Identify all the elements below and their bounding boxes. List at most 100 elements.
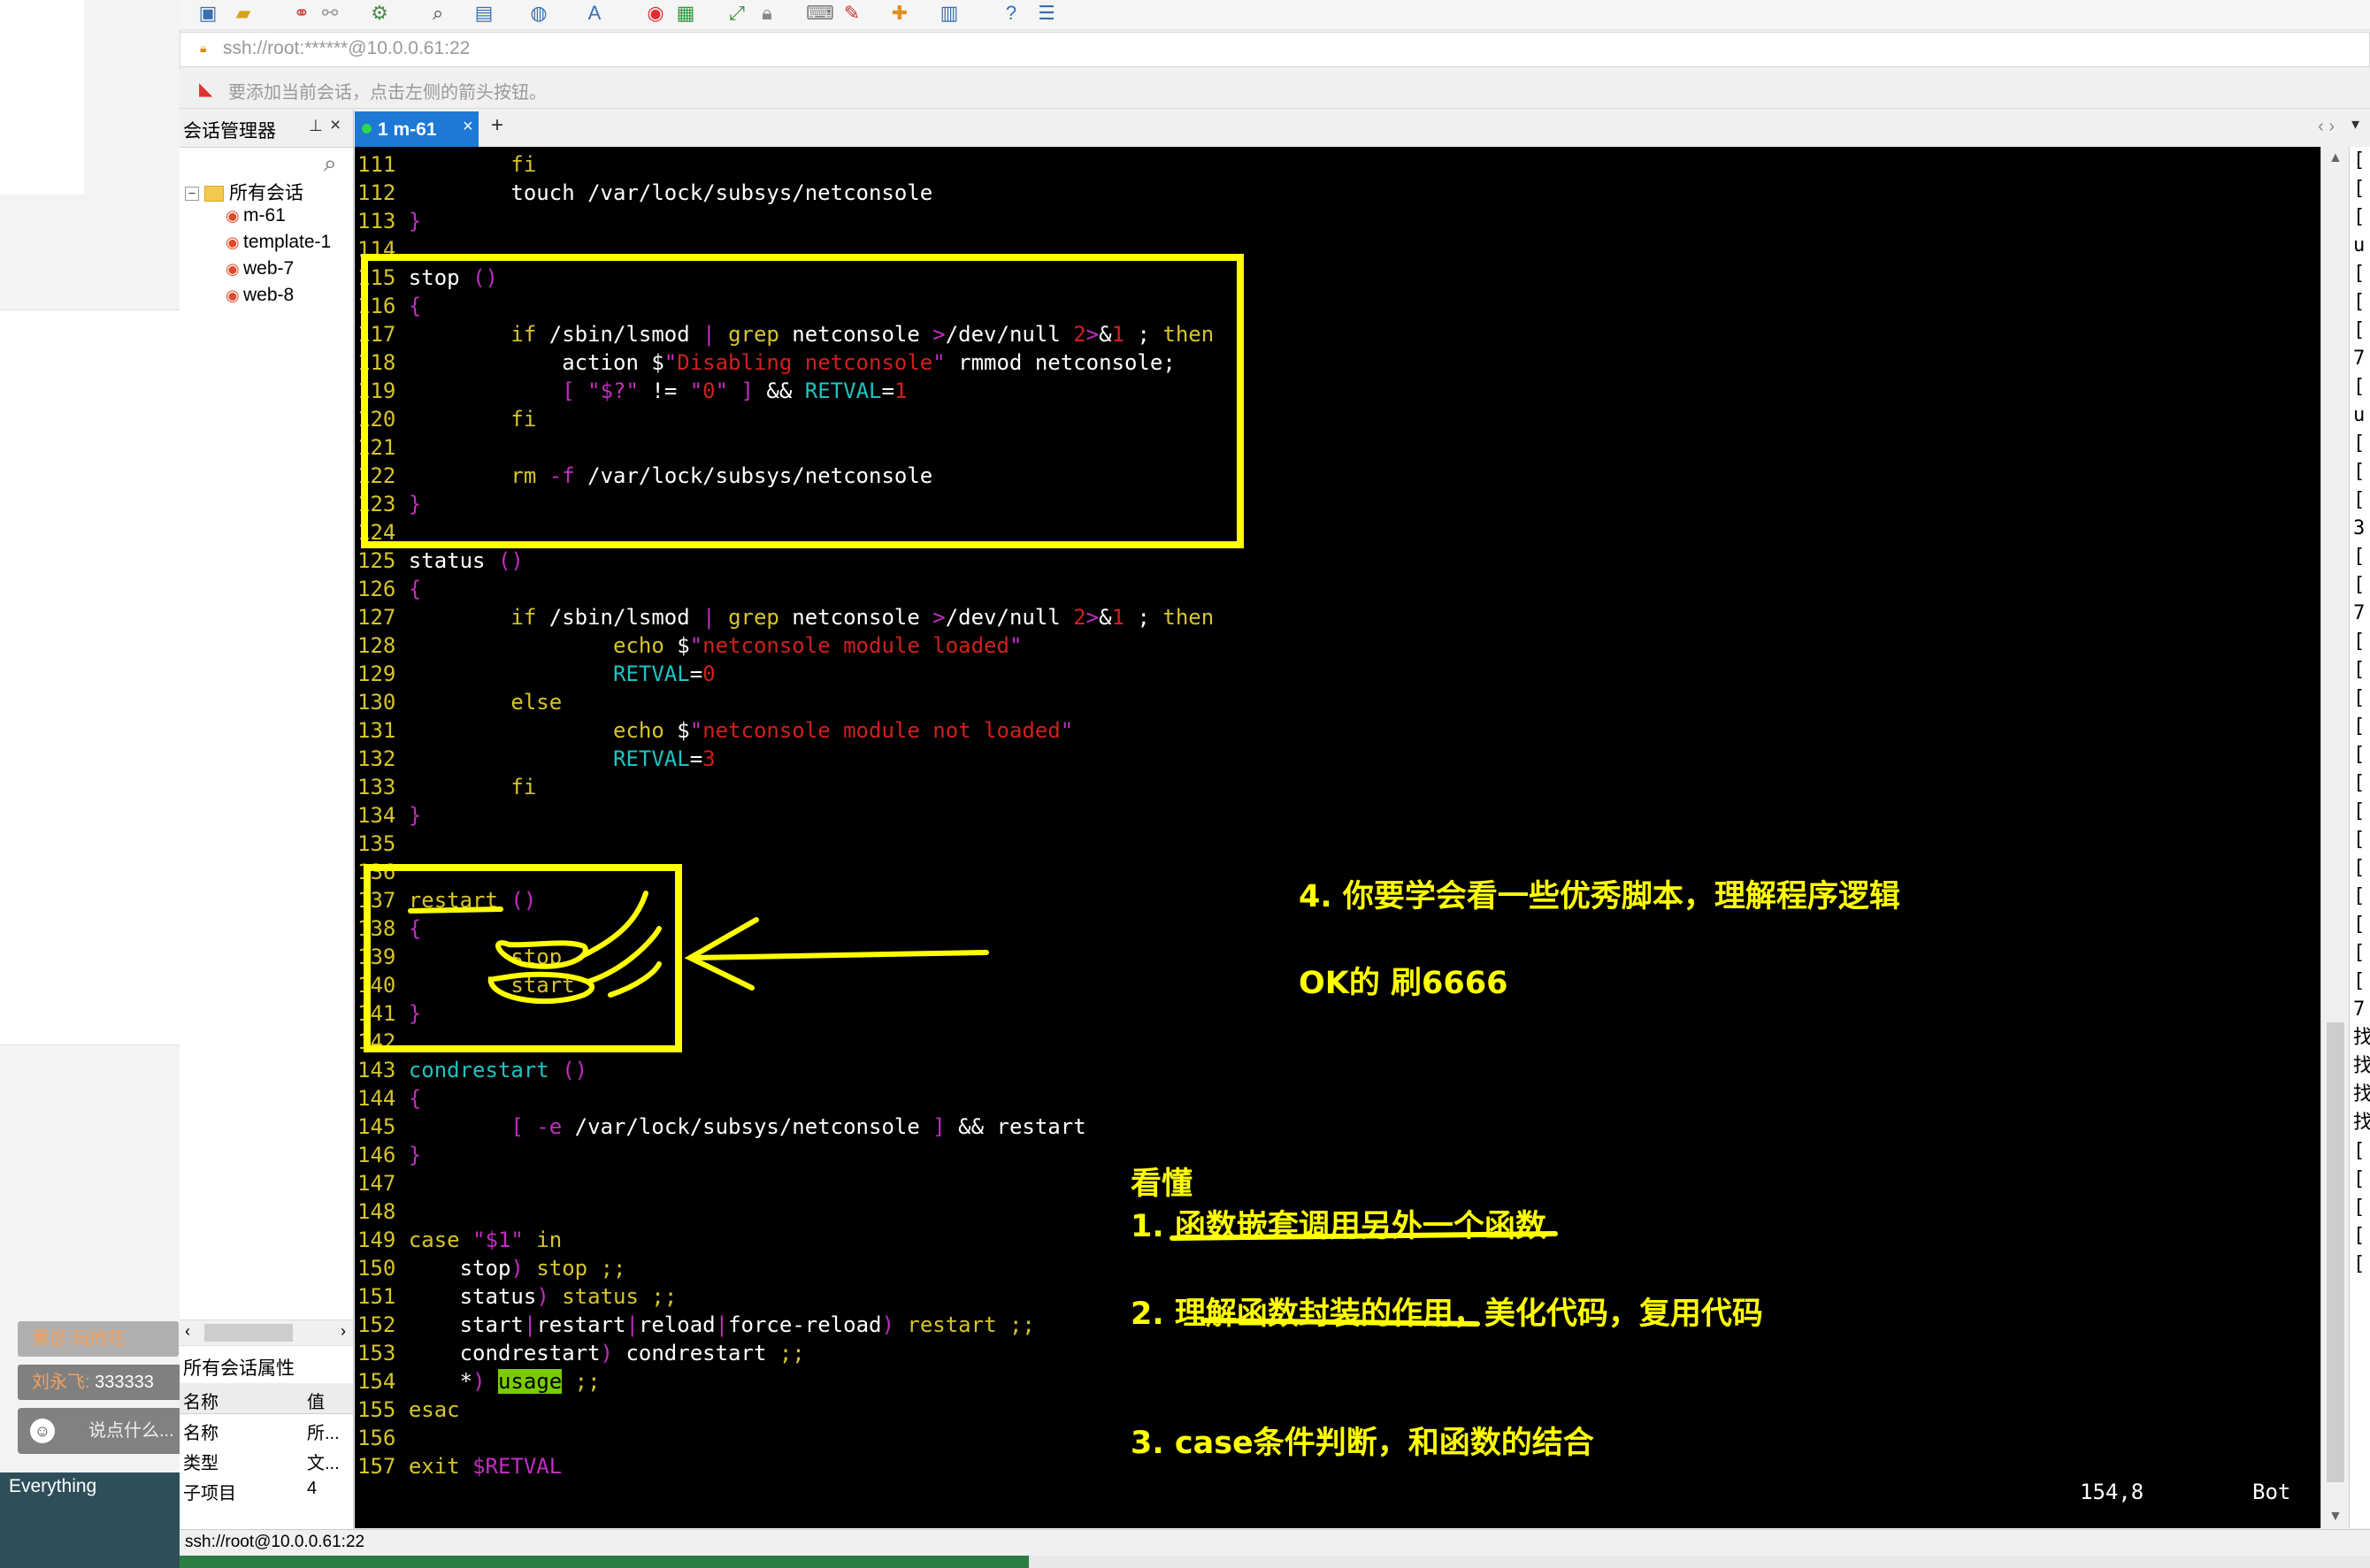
property-key: 名称 [183,1424,219,1443]
background-app-area-lower [0,310,180,1045]
chat-message: 刘永飞: 333333 [18,1365,196,1400]
properties-title: 所有会话属性 [180,1350,353,1379]
session-label: m-61 [243,205,286,226]
unlink-icon[interactable]: ⚯ [318,2,342,25]
tab-menu-icon[interactable]: ▾ [2351,115,2359,134]
chat-sender: 刘永飞: [32,1373,90,1392]
annotation-note-understand: 看懂 [1131,1166,1193,1202]
tab-m-61[interactable]: 1 m-61 × [355,111,479,147]
hint-bar: ◣ 要添加当前会话，点击左侧的箭头按钮。 [180,69,2370,109]
horizontal-scrollbar[interactable]: ‹ › [180,1319,353,1346]
highlight-box-restart [364,864,682,1052]
annotation-note-4: 4. 你要学会看一些优秀脚本，理解程序逻辑 [1299,879,1900,914]
properties-header-row: 名称 值 [180,1383,353,1414]
adjacent-window-edge: [ [ [ u [ [ [ 7 [ u [ [ [ 3 [ [ 7 [ [ [ … [2349,147,2370,1528]
session-manager-header: 会话管理器 ⊥ × [180,110,353,148]
background-app-panel: 黄彦:玩的花 刘永飞: 333333 ☺ 说点什么... Everything [0,0,234,1568]
session-label: web-8 [243,285,295,305]
cursor-position: 154,8 [2080,1480,2144,1504]
tree-item-session[interactable]: ◉ web-7 [226,258,294,279]
status-bar: ssh://root@10.0.0.61:22 [180,1529,2370,1557]
property-value: 所... [307,1424,340,1443]
property-key: 子项目 [183,1484,236,1503]
tab-scroll-arrows-icon[interactable]: ‹ › [2318,117,2335,137]
chat-icon[interactable]: ☰ [1034,2,1059,25]
table-row: 名称 所... [180,1414,353,1444]
session-search-row: ⌕ [180,148,353,180]
tree-item-session[interactable]: ◉ template-1 [226,232,331,253]
hint-text: 要添加当前会话，点击左侧的箭头按钮。 [228,83,547,103]
font-icon[interactable]: A [582,2,607,25]
tree-item-session[interactable]: ◉ m-61 [226,205,286,226]
layout-icon[interactable]: ▤ [472,2,496,25]
scrollbar-thumb[interactable] [2327,1022,2344,1482]
close-tab-icon[interactable]: × [463,117,473,137]
annotation-note-2: 2. 理解函数封装的作用，美化代码，复用代码 [1131,1296,1763,1332]
taskbar-app[interactable] [180,1556,1029,1568]
tab-label: 1 m-61 [378,119,437,140]
tree-root-label: 所有会话 [229,183,303,203]
keyboard-icon[interactable]: ⌨ [806,2,834,25]
xftp-icon[interactable]: ▦ [673,2,698,25]
properties-table: 名称 值 名称 所... 类型 文... 子项目 4 [180,1383,353,1504]
session-manager-title: 会话管理器 [183,121,276,142]
adjacent-window-text: [ [ [ u [ [ [ 7 [ u [ [ [ 3 [ [ 7 [ [ [ … [2353,149,2370,1275]
scroll-up-icon[interactable]: ▲ [2328,150,2343,166]
emoji-icon[interactable]: ☺ [30,1419,55,1443]
column-header: 名称 [183,1393,219,1412]
toolbar: ▣ ▰ ⚭ ⚯ ⚙ ⌕ ▤ ◍ A ◉ ▦ ⤢ 🔒︎ ⌨ ✎ ✚ ▥ ? ☰ [180,0,2370,30]
search-icon[interactable]: ⌕ [324,149,337,178]
table-row: 子项目 4 [180,1474,353,1504]
settings-icon[interactable]: ⚙ [367,2,392,25]
close-icon[interactable]: × [330,115,341,136]
pen-icon[interactable]: ✎ [840,2,864,25]
tree-root[interactable]: − 所有会话 [185,179,303,205]
pin-icon[interactable]: ⊥ [309,117,323,135]
session-label: web-7 [243,258,295,279]
globe-icon[interactable]: ◍ [526,2,551,25]
highlight-box-stop [361,254,1244,548]
property-value: 文... [307,1454,340,1473]
folder-icon [204,186,224,203]
scroll-down-icon[interactable]: ▼ [2328,1509,2343,1525]
scroll-left-icon[interactable]: ‹ [185,1322,190,1341]
terminal-scrollbar[interactable]: ▲ ▼ [2320,147,2350,1528]
property-value: 4 [307,1479,318,1498]
chat-message: 黄彦:玩的花 [18,1321,179,1357]
scroll-state: Bot [2252,1480,2291,1504]
everything-label: Everything [9,1476,97,1496]
chat-text: 333333 [95,1373,154,1392]
background-app-area [0,0,84,195]
annotation-note-ok: OK的 刷6666 [1299,966,1508,1001]
taskbar-everything[interactable]: Everything [0,1472,180,1568]
address-text: ssh://root:******@10.0.0.61:22 [223,38,471,58]
annotation-note-3: 3. case条件判断，和函数的结合 [1131,1426,1594,1461]
open-folder-icon[interactable]: ▰ [231,2,256,25]
help-icon[interactable]: ? [999,2,1024,25]
session-manager: 会话管理器 ⊥ × ⌕ − 所有会话 ◉ m-61 ◉ template-1 ◉ web… [180,110,354,1529]
table-row: 类型 文... [180,1444,353,1474]
address-bar[interactable]: 🔒︎ ssh://root:******@10.0.0.61:22 [180,32,2370,67]
lock-icon[interactable]: 🔒︎ [755,2,779,25]
property-key: 类型 [183,1454,219,1473]
bookmark-arrow-icon[interactable]: ◣ [199,78,212,100]
xshell-icon[interactable]: ◉ [643,2,668,25]
status-text: ssh://root@10.0.0.61:22 [185,1533,365,1551]
link-icon[interactable]: ⚭ [289,2,314,25]
chat-sender: 黄彦: [32,1329,73,1349]
chat-placeholder: 说点什么... [88,1421,174,1441]
scrollbar-thumb[interactable] [204,1324,293,1342]
new-session-icon[interactable]: ▣ [196,2,220,25]
add-icon[interactable]: ✚ [887,2,912,25]
search-icon[interactable]: ⌕ [426,2,450,25]
window-icon[interactable]: ▥ [937,2,962,25]
fullscreen-icon[interactable]: ⤢ [725,2,749,25]
new-tab-button[interactable]: + [486,113,509,142]
tree-item-session[interactable]: ◉ web-8 [226,285,294,306]
properties-title-text: 所有会话属性 [183,1358,295,1379]
annotation-note-1: 1. 函数嵌套调用另外一个函数 [1131,1209,1546,1244]
session-icon: ◉ [226,233,240,251]
tab-bar: 1 m-61 × + ‹ › ▾ [355,110,2370,149]
collapse-icon[interactable]: − [185,187,199,202]
scroll-right-icon[interactable]: › [341,1322,346,1341]
